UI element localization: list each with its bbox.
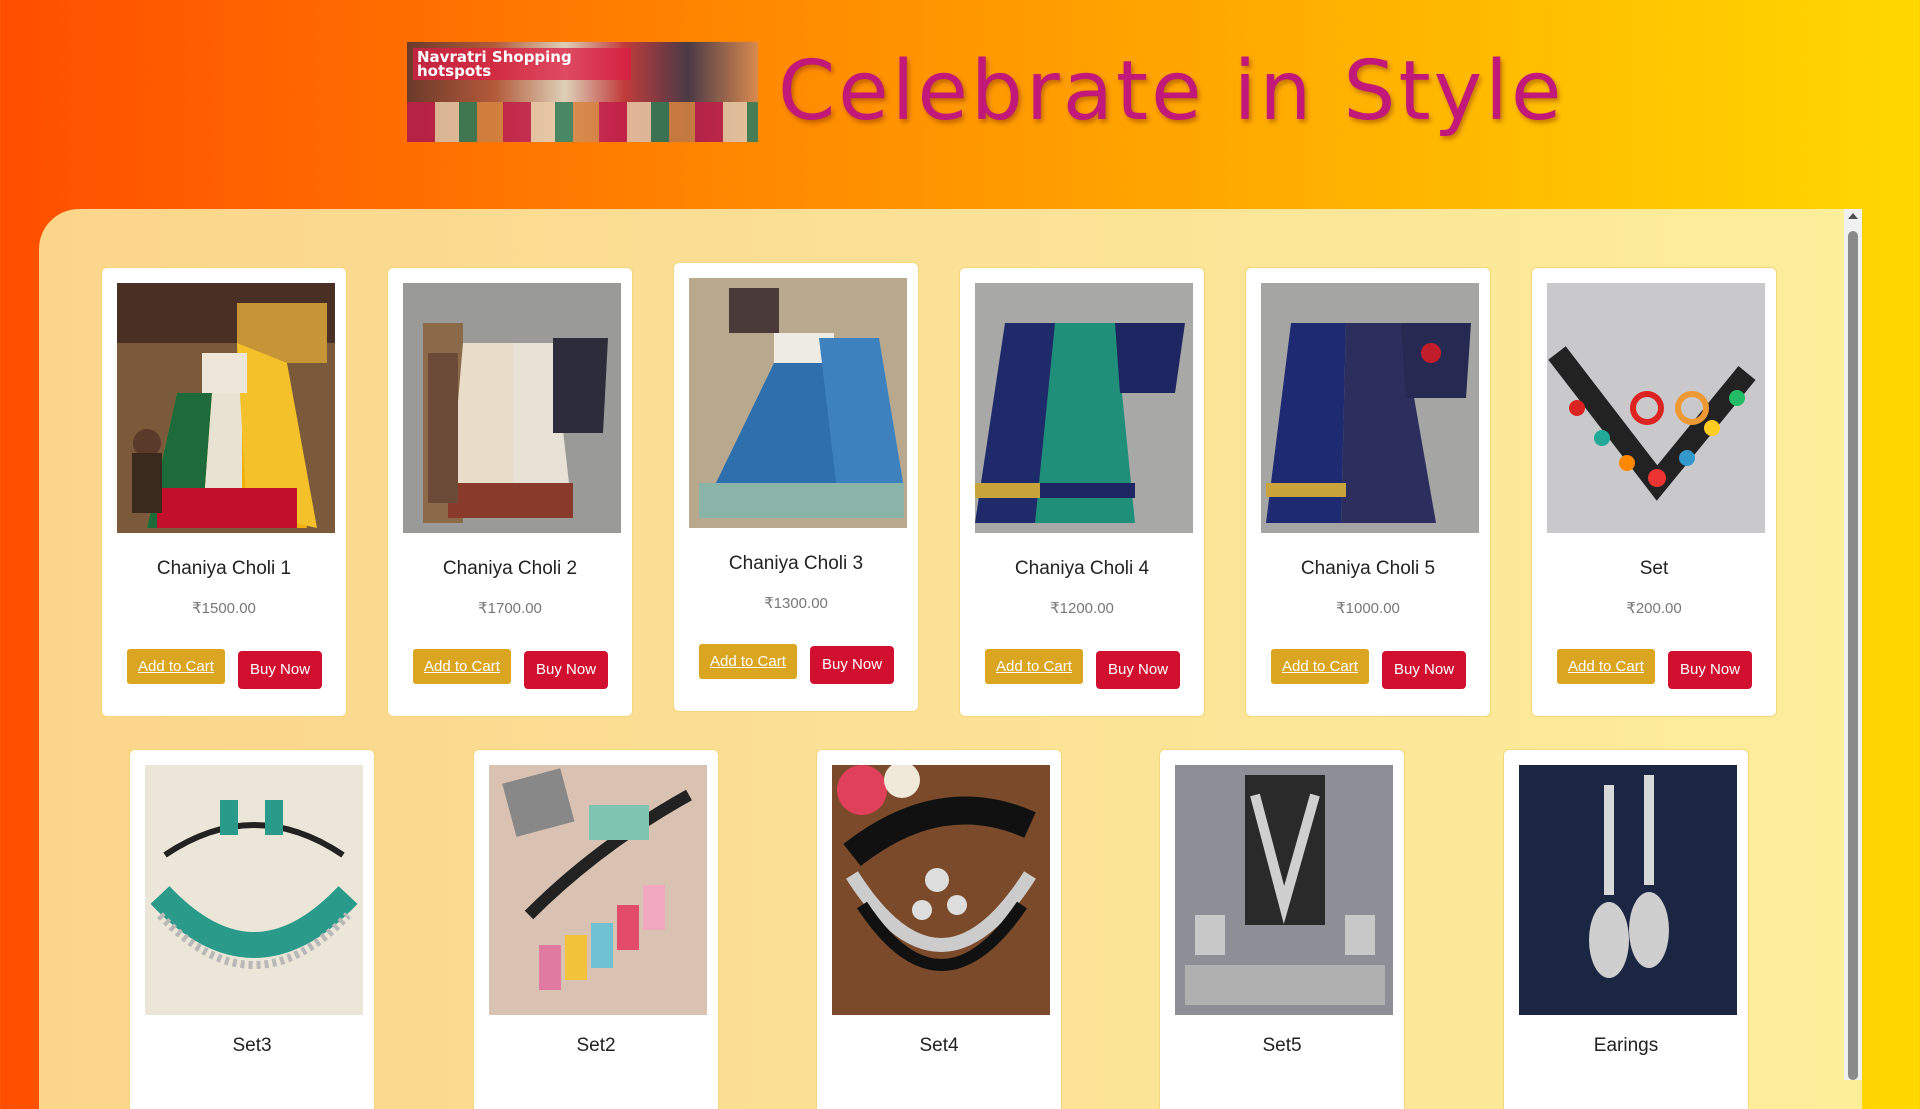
product-card: Set4 (816, 749, 1062, 1109)
product-card: Chaniya Choli 3 ₹1300.00 Add to Cart Buy… (673, 262, 919, 712)
product-image (832, 765, 1050, 1015)
add-to-cart-button[interactable]: Add to Cart (985, 649, 1083, 684)
product-name: Set3 (232, 1035, 272, 1056)
product-price: ₹1200.00 (1050, 600, 1114, 617)
product-name: Chaniya Choli 1 (156, 558, 292, 579)
scroll-thumb[interactable] (1848, 231, 1858, 1080)
product-image (489, 765, 707, 1015)
product-image (117, 283, 335, 533)
product-image (145, 765, 363, 1015)
product-name: Set (1639, 558, 1669, 579)
product-panel: Chaniya Choli 1 ₹1500.00 Add to Cart Buy… (39, 209, 1862, 1109)
buy-now-button[interactable]: Buy Now (1382, 651, 1467, 689)
product-card: Chaniya Choli 2 ₹1700.00 Add to Cart Buy… (387, 267, 633, 717)
buy-now-button[interactable]: Buy Now (238, 651, 323, 689)
product-image (1261, 283, 1479, 533)
product-image (975, 283, 1193, 533)
product-image (1547, 283, 1765, 533)
add-to-cart-button[interactable]: Add to Cart (699, 644, 797, 679)
product-price: ₹200.00 (1626, 600, 1682, 617)
page-title: Celebrate in Style (778, 44, 1565, 139)
product-name: Set5 (1262, 1035, 1302, 1056)
product-image (1175, 765, 1393, 1015)
product-image (403, 283, 621, 533)
product-name: Earings (1593, 1035, 1659, 1056)
product-name: Set2 (576, 1035, 616, 1056)
product-image (689, 278, 907, 528)
product-name: Set4 (919, 1035, 959, 1056)
product-card: Chaniya Choli 1 ₹1500.00 Add to Cart Buy… (101, 267, 347, 717)
buy-now-button[interactable]: Buy Now (524, 651, 609, 689)
add-to-cart-button[interactable]: Add to Cart (127, 649, 225, 684)
product-card: Set ₹200.00 Add to Cart Buy Now (1531, 267, 1777, 717)
banner-garments (407, 102, 758, 142)
header: Navratri Shopping hotspots Celebrate in … (0, 0, 1900, 200)
banner-text: Navratri Shopping hotspots (413, 48, 631, 80)
product-name: Chaniya Choli 2 (442, 558, 578, 579)
product-price: ₹1300.00 (764, 595, 828, 612)
banner-image: Navratri Shopping hotspots (407, 42, 758, 142)
product-card: Chaniya Choli 4 ₹1200.00 Add to Cart Buy… (959, 267, 1205, 717)
buy-now-button[interactable]: Buy Now (1096, 651, 1181, 689)
product-image (1519, 765, 1737, 1015)
product-name: Chaniya Choli 4 (1014, 558, 1150, 579)
scroll-up-arrow-icon[interactable] (1848, 213, 1858, 219)
product-name: Chaniya Choli 5 (1300, 558, 1436, 579)
add-to-cart-button[interactable]: Add to Cart (1271, 649, 1369, 684)
add-to-cart-button[interactable]: Add to Cart (413, 649, 511, 684)
buy-now-button[interactable]: Buy Now (1668, 651, 1753, 689)
product-card: Set2 (473, 749, 719, 1109)
product-card: Set3 (129, 749, 375, 1109)
product-name: Chaniya Choli 3 (728, 553, 864, 574)
product-price: ₹1500.00 (192, 600, 256, 617)
product-price: ₹1000.00 (1336, 600, 1400, 617)
add-to-cart-button[interactable]: Add to Cart (1557, 649, 1655, 684)
product-card: Chaniya Choli 5 ₹1000.00 Add to Cart Buy… (1245, 267, 1491, 717)
buy-now-button[interactable]: Buy Now (810, 646, 895, 684)
vertical-scrollbar[interactable] (1844, 209, 1862, 1080)
product-price: ₹1700.00 (478, 600, 542, 617)
product-card: Set5 (1159, 749, 1405, 1109)
product-card: Earings (1503, 749, 1749, 1109)
